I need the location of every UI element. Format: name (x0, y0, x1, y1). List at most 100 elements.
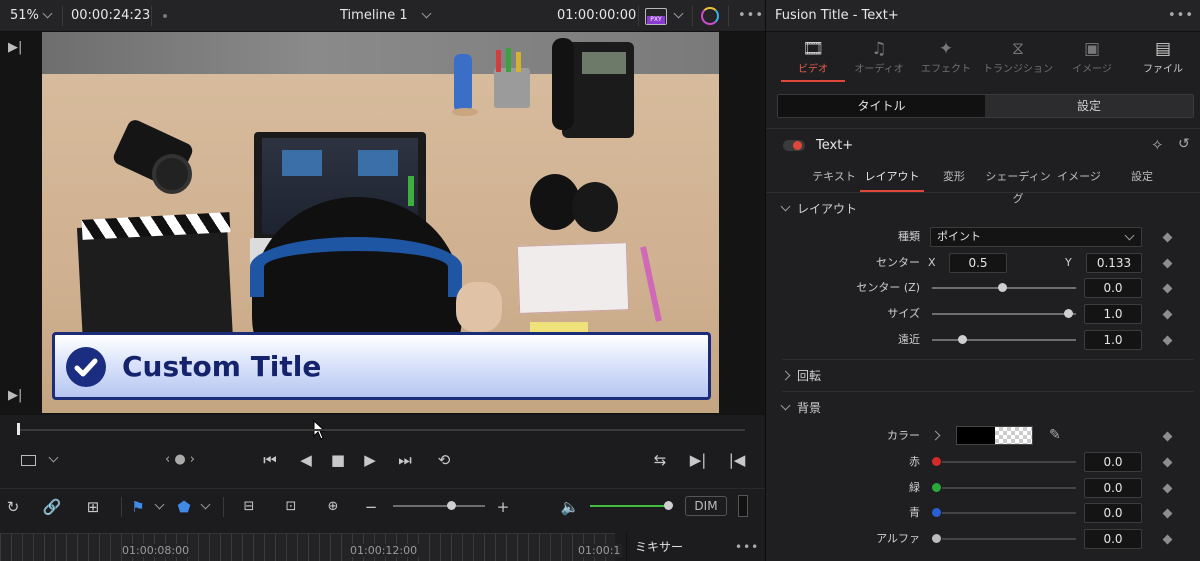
perspective-input[interactable]: 1.0 (1084, 330, 1142, 350)
keyframe-icon[interactable] (1162, 431, 1173, 442)
chevron-down-icon[interactable] (200, 499, 211, 510)
jog-control[interactable]: ‹ ● › (155, 441, 205, 479)
lock-track-icon[interactable]: ⊞ (82, 489, 104, 525)
green-input[interactable]: 0.0 (1084, 478, 1142, 498)
volume-slider-handle[interactable] (664, 501, 674, 510)
red-input[interactable]: 0.0 (1084, 452, 1142, 472)
snapping-icon[interactable]: ↻ (2, 489, 24, 525)
size-handle[interactable] (1064, 309, 1073, 318)
tab-video[interactable]: 🎞 ビデオ (778, 36, 848, 82)
zoom-slider-handle[interactable] (447, 501, 456, 510)
play-icon[interactable]: ▶ (359, 441, 381, 479)
size-input[interactable]: 1.0 (1084, 304, 1142, 324)
marker-icon[interactable]: ⬟ (176, 489, 192, 525)
zoom-detail-icon[interactable]: ⊡ (276, 489, 306, 525)
go-to-start-icon[interactable]: ⏮ (256, 441, 284, 479)
zoom-level[interactable]: 51% (10, 0, 39, 32)
playhead-handle[interactable] (17, 423, 20, 435)
eyedropper-icon[interactable]: ✎ (1049, 427, 1061, 443)
keyframe-icon[interactable] (1162, 457, 1173, 468)
keyframe-icon[interactable] (1162, 508, 1173, 519)
chevron-down-icon[interactable] (673, 8, 684, 19)
center-x-input[interactable]: 0.5 (949, 253, 1007, 273)
background-section-header[interactable]: 背景 (780, 398, 821, 418)
size-slider[interactable] (932, 313, 1076, 315)
zoom-out-icon[interactable]: − (364, 489, 378, 525)
custom-title-overlay[interactable]: Custom Title (52, 332, 711, 400)
segment-title[interactable]: タイトル (778, 95, 985, 117)
chevron-down-icon[interactable] (421, 8, 432, 19)
blue-input[interactable]: 0.0 (1084, 503, 1142, 523)
subtab-layout[interactable]: レイアウト (860, 166, 924, 192)
previous-edit-icon[interactable]: |◀ (727, 441, 747, 479)
node-enable-toggle[interactable] (783, 140, 805, 151)
red-slider[interactable] (942, 461, 1076, 463)
blue-slider[interactable] (942, 512, 1076, 514)
color-swatch[interactable] (956, 426, 1033, 445)
keyframe-icon[interactable] (1162, 258, 1173, 269)
keyframe-icon[interactable] (1162, 232, 1173, 243)
type-select[interactable]: ポイント (930, 227, 1142, 247)
keyframe-icon[interactable] (1162, 534, 1173, 545)
tab-file[interactable]: ▤ ファイル (1128, 36, 1198, 82)
link-icon[interactable]: 🔗 (40, 489, 64, 525)
center-y-input[interactable]: 0.133 (1086, 253, 1142, 273)
chevron-right-icon[interactable] (930, 430, 941, 441)
flag-icon[interactable]: ⚑ (130, 489, 146, 525)
alpha-input[interactable]: 0.0 (1084, 529, 1142, 549)
subtab-transform[interactable]: 変形 (932, 166, 976, 192)
scrubber-track[interactable] (17, 429, 745, 431)
chevron-down-icon[interactable] (154, 499, 165, 510)
zoom-full-icon[interactable]: ⊟ (234, 489, 264, 525)
timeline-name[interactable]: Timeline 1 (340, 0, 408, 32)
next-edit-icon[interactable]: ▶| (688, 441, 708, 479)
loop-icon[interactable]: ⟲ (430, 441, 458, 479)
stop-icon[interactable]: ■ (327, 441, 349, 479)
play-reverse-icon[interactable]: ◀ (295, 441, 317, 479)
perspective-handle[interactable] (958, 335, 967, 344)
tab-audio[interactable]: ♫ オーディオ (844, 36, 914, 82)
center-z-handle[interactable] (998, 283, 1007, 292)
layout-section-header[interactable]: レイアウト (780, 199, 857, 219)
tab-transition[interactable]: ⧖ トランジション (983, 36, 1053, 82)
more-options-icon[interactable]: ••• (738, 0, 764, 32)
keyframe-icon[interactable] (1162, 309, 1173, 320)
chevron-down-icon[interactable] (48, 452, 59, 463)
next-clip-icon[interactable]: ▶| (8, 40, 22, 55)
reset-icon[interactable]: ↺ (1178, 136, 1190, 152)
zoom-custom-icon[interactable]: ⊕ (318, 489, 348, 525)
tab-image[interactable]: ▣ イメージ (1057, 36, 1127, 82)
more-options-icon[interactable]: ••• (735, 533, 759, 561)
more-options-icon[interactable]: ••• (1168, 0, 1194, 32)
perspective-slider[interactable] (932, 339, 1076, 341)
chevron-down-icon[interactable] (42, 8, 53, 19)
tab-effects[interactable]: ✦ エフェクト (911, 36, 981, 82)
zoom-slider[interactable] (393, 505, 485, 507)
keyframe-icon[interactable] (1162, 283, 1173, 294)
keyframe-icon[interactable] (1162, 335, 1173, 346)
center-z-input[interactable]: 0.0 (1084, 278, 1142, 298)
keyframe-icon[interactable] (1162, 483, 1173, 494)
dim-button[interactable]: DIM (685, 496, 727, 516)
timeline-ruler[interactable]: 01:00:08:00 01:00:12:00 01:00:1 (0, 533, 623, 561)
subtab-image[interactable]: イメージ (1056, 166, 1102, 192)
zoom-in-icon[interactable]: + (496, 489, 510, 525)
subtab-shading[interactable]: シェーディング (982, 166, 1054, 205)
subtab-settings[interactable]: 設定 (1124, 166, 1160, 192)
magic-wand-icon[interactable]: ✧ (1151, 136, 1164, 154)
speaker-icon[interactable]: 🔈 (560, 489, 580, 525)
subtab-text[interactable]: テキスト (806, 166, 862, 192)
rotation-section-header[interactable]: 回転 (780, 366, 821, 386)
volume-slider[interactable] (590, 505, 669, 507)
go-to-end-icon[interactable]: ⏭ (391, 441, 419, 479)
match-frame-icon[interactable]: ⇆ (647, 441, 673, 479)
proxy-icon[interactable]: PXY (645, 8, 667, 25)
color-wheel-icon[interactable] (701, 7, 719, 25)
mixer-panel-header[interactable]: ミキサー ••• (626, 533, 765, 561)
alpha-slider[interactable] (942, 538, 1076, 540)
green-slider[interactable] (942, 487, 1076, 489)
segment-settings[interactable]: 設定 (985, 95, 1193, 117)
next-clip-icon[interactable]: ▶| (8, 388, 22, 403)
image-icon: ▣ (1083, 39, 1101, 59)
viewer-mode-icon[interactable] (18, 441, 38, 479)
